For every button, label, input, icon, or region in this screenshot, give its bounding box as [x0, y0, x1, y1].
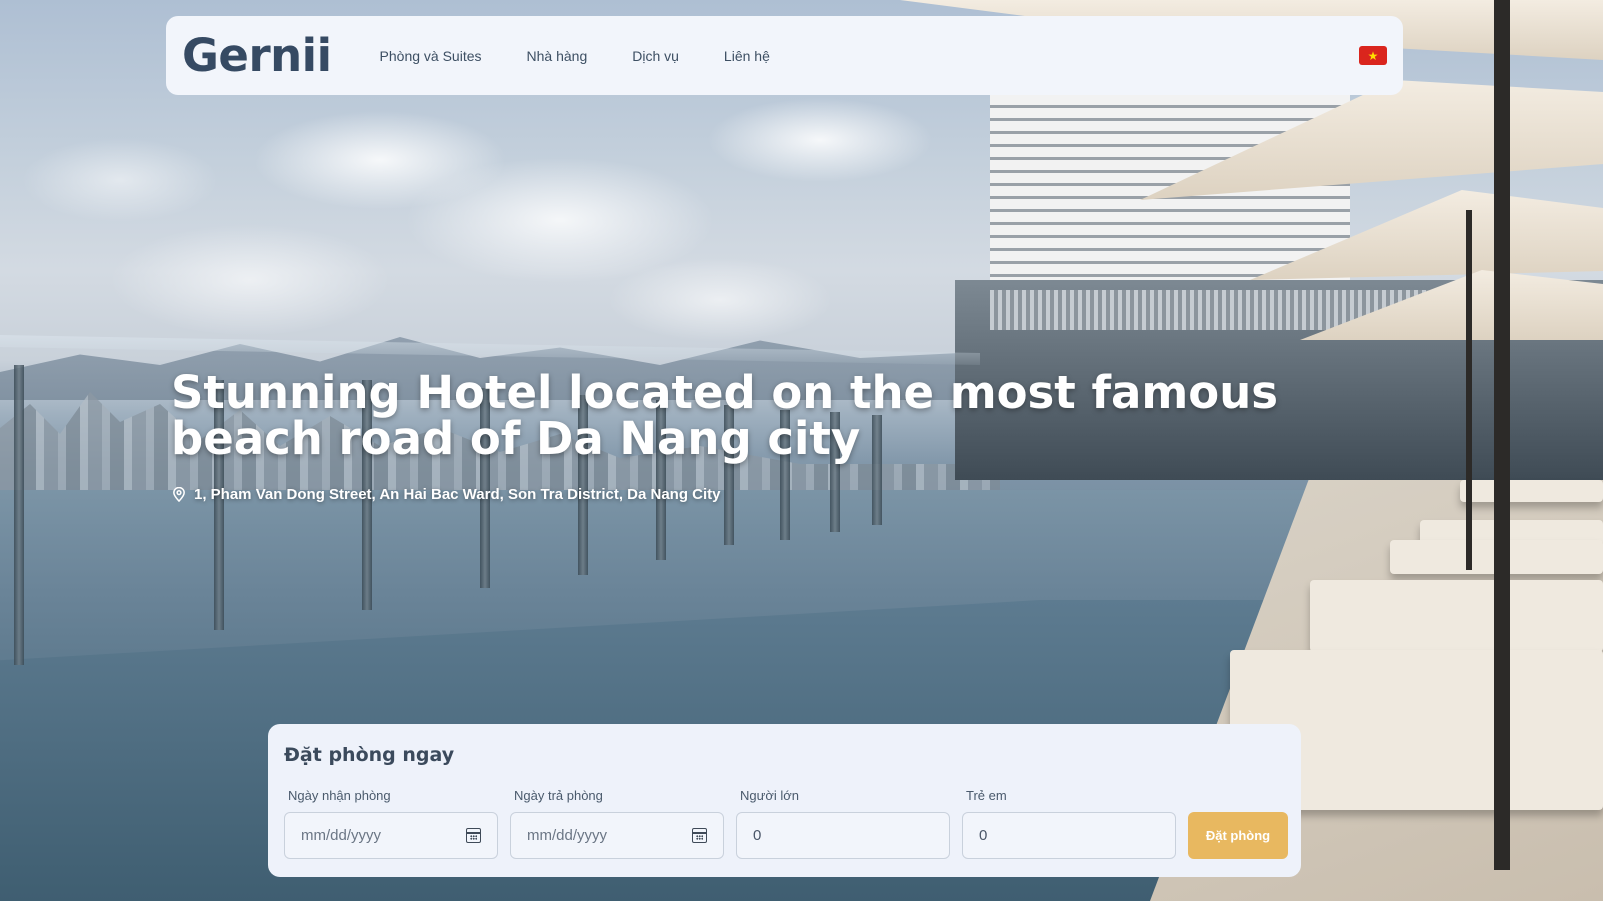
booking-title: Đặt phòng ngay	[284, 744, 455, 766]
railing-post	[14, 365, 24, 665]
umbrella-pole	[1494, 0, 1510, 870]
sun-lounger	[1460, 480, 1603, 502]
brand-logo[interactable]: Gernii	[182, 29, 332, 82]
book-now-button[interactable]: Đặt phòng	[1188, 812, 1288, 859]
check-in-field: Ngày nhận phòng mm/dd/yyyy	[284, 788, 498, 859]
check-out-label: Ngày trả phòng	[514, 788, 603, 803]
check-out-placeholder: mm/dd/yyyy	[527, 827, 608, 844]
nav-item-services[interactable]: Dịch vụ	[632, 48, 679, 64]
vietnam-flag-icon[interactable]: ★	[1359, 46, 1387, 65]
calendar-icon[interactable]	[466, 828, 481, 843]
booking-fields: Ngày nhận phòng mm/dd/yyyy Ngày trả phòn…	[284, 788, 1288, 859]
main-menu: Phòng và Suites Nhà hàng Dịch vụ Liên hệ	[380, 48, 770, 64]
address-text: 1, Pham Van Dong Street, An Hai Bac Ward…	[194, 486, 721, 503]
nav-item-rooms-suites[interactable]: Phòng và Suites	[380, 48, 482, 64]
adults-input[interactable]: 0	[736, 812, 950, 859]
adults-label: Người lớn	[740, 788, 799, 803]
top-navbar: Gernii Phòng và Suites Nhà hàng Dịch vụ …	[166, 16, 1403, 95]
nav-item-restaurant[interactable]: Nhà hàng	[527, 48, 588, 64]
hotel-address: 1, Pham Van Dong Street, An Hai Bac Ward…	[172, 486, 721, 503]
children-value: 0	[979, 827, 988, 844]
children-field: Trẻ em 0	[962, 788, 1176, 859]
booking-form: Đặt phòng ngay Ngày nhận phòng mm/dd/yyy…	[268, 724, 1301, 877]
check-in-date-input[interactable]: mm/dd/yyyy	[284, 812, 498, 859]
nav-item-contact[interactable]: Liên hệ	[724, 48, 770, 64]
adults-value: 0	[753, 827, 762, 844]
children-input[interactable]: 0	[962, 812, 1176, 859]
map-pin-icon	[173, 487, 185, 502]
check-in-placeholder: mm/dd/yyyy	[301, 827, 382, 844]
flag-star: ★	[1367, 48, 1379, 63]
children-label: Trẻ em	[966, 788, 1007, 803]
sun-lounger	[1310, 580, 1603, 652]
adults-field: Người lớn 0	[736, 788, 950, 859]
calendar-icon[interactable]	[692, 828, 707, 843]
check-out-field: Ngày trả phòng mm/dd/yyyy	[510, 788, 724, 859]
umbrella-pole	[1466, 210, 1472, 570]
check-out-date-input[interactable]: mm/dd/yyyy	[510, 812, 724, 859]
hero-title: Stunning Hotel located on the most famou…	[171, 366, 1279, 465]
check-in-label: Ngày nhận phòng	[288, 788, 391, 803]
